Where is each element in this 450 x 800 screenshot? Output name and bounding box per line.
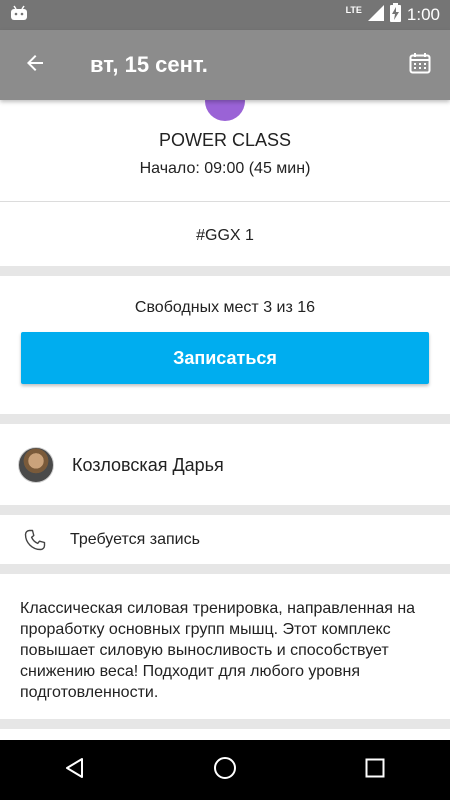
battery-charging-icon bbox=[389, 3, 401, 27]
status-bar: LTE 1:00 bbox=[0, 0, 450, 30]
requirement-row: Требуется запись bbox=[0, 515, 450, 565]
class-start-time: Начало: 09:00 (45 мин) bbox=[139, 160, 311, 177]
nav-back-button[interactable] bbox=[45, 740, 105, 800]
section-gap bbox=[0, 564, 450, 574]
home-circle-icon bbox=[213, 756, 237, 785]
page-title: вт, 15 сент. bbox=[90, 52, 208, 77]
divider bbox=[0, 201, 450, 202]
section-gap bbox=[0, 414, 450, 424]
free-places-text: Свободных мест 3 из 16 bbox=[134, 299, 316, 316]
trainer-name: Козловская Дарья bbox=[72, 454, 224, 475]
requirement-text: Требуется запись bbox=[70, 531, 200, 548]
signal-icon bbox=[367, 4, 384, 26]
class-description: Классическая силовая тренировка, направл… bbox=[20, 600, 416, 701]
section-gap bbox=[0, 505, 450, 515]
android-icon bbox=[10, 5, 28, 26]
trainer-avatar bbox=[18, 447, 54, 483]
trainer-row[interactable]: Козловская Дарья bbox=[0, 424, 450, 506]
calendar-button[interactable] bbox=[390, 30, 450, 100]
app-toolbar: вт, 15 сент. bbox=[0, 30, 450, 100]
nav-recents-button[interactable] bbox=[345, 740, 405, 800]
arrow-left-icon bbox=[23, 51, 47, 80]
signup-button[interactable]: Записаться bbox=[21, 332, 429, 384]
section-gap bbox=[0, 266, 450, 276]
system-nav-bar bbox=[0, 740, 450, 800]
back-button[interactable] bbox=[0, 30, 70, 100]
class-name: POWER CLASS bbox=[158, 130, 292, 150]
calendar-icon bbox=[409, 52, 431, 79]
lte-icon: LTE bbox=[345, 5, 362, 15]
recents-square-icon bbox=[365, 758, 385, 783]
nav-home-button[interactable] bbox=[195, 740, 255, 800]
back-triangle-icon bbox=[64, 757, 86, 784]
class-tag: #GGX 1 bbox=[196, 227, 254, 244]
section-gap bbox=[0, 719, 450, 729]
phone-icon bbox=[22, 527, 48, 553]
clock: 1:00 bbox=[406, 5, 440, 24]
